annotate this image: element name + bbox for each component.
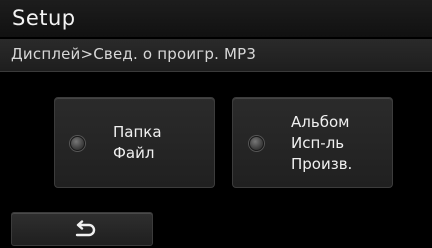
title-bar: Setup	[0, 0, 432, 37]
breadcrumb-bar: Дисплей>Свед. о проигр. MP3	[0, 39, 432, 72]
breadcrumb: Дисплей>Свед. о проигр. MP3	[11, 45, 257, 63]
option-folder-file-button[interactable]: Папка Файл	[54, 97, 215, 188]
option-label-line: Папка	[113, 123, 162, 141]
radio-indicator	[249, 136, 264, 151]
radio-indicator	[70, 136, 85, 151]
option-label: Альбом Исп-ль Произв.	[291, 112, 352, 175]
option-label-line: Произв.	[291, 155, 353, 173]
option-label-line: Файл	[113, 144, 155, 162]
option-album-artist-button[interactable]: Альбом Исп-ль Произв.	[232, 97, 393, 188]
option-label-line: Исп-ль	[291, 134, 345, 152]
back-arrow-icon	[75, 220, 96, 237]
option-label-line: Альбом	[291, 113, 350, 131]
page-title: Setup	[12, 6, 76, 30]
option-label: Папка Файл	[113, 122, 162, 164]
back-button[interactable]	[11, 212, 153, 246]
